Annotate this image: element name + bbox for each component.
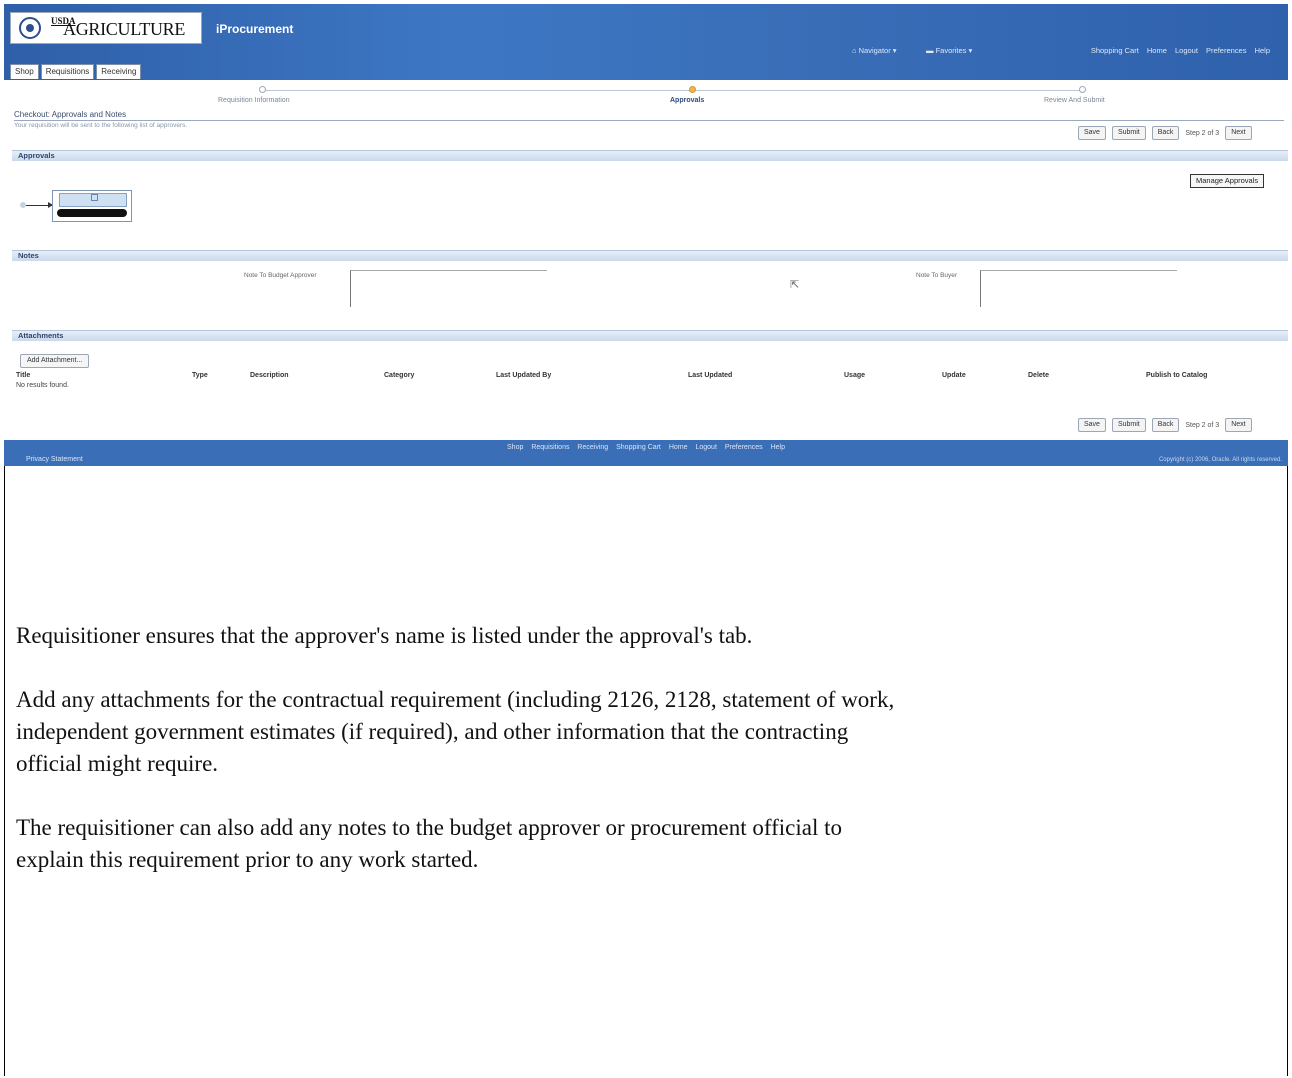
column-header-update[interactable]: Update	[942, 372, 966, 379]
next-button[interactable]: Next	[1225, 126, 1252, 140]
iprocurement-screenshot: USDA AGRICULTURE iProcurement ⌂ Navigato…	[4, 4, 1288, 466]
note-to-buyer-input[interactable]	[980, 270, 1177, 307]
note-to-budget-approver-label: Note To Budget Approver	[244, 272, 317, 279]
manage-approvals-button[interactable]: Manage Approvals	[1190, 174, 1265, 188]
attachments-section-title: Attachments	[18, 331, 64, 340]
bottom-button-row: Save Submit Back Step 2 of 3 Next	[1072, 418, 1252, 432]
note-to-buyer-label: Note To Buyer	[916, 272, 958, 279]
footer-link-preferences[interactable]: Preferences	[725, 444, 763, 451]
usda-seal-icon	[19, 17, 41, 39]
global-link-logout[interactable]: Logout	[1175, 46, 1198, 55]
title-divider	[14, 120, 1284, 121]
tab-bar: Shop Requisitions Receiving	[10, 64, 143, 80]
back-button-bottom[interactable]: Back	[1151, 418, 1180, 432]
tab-requisitions[interactable]: Requisitions	[40, 64, 95, 79]
instructions-text: Requisitioner ensures that the approver'…	[16, 620, 896, 908]
usda-logo: USDA AGRICULTURE	[10, 12, 202, 44]
approvals-section-title: Approvals	[18, 151, 55, 160]
note-to-budget-approver-input[interactable]	[350, 270, 547, 307]
train-step-1-label: Requisition Information	[218, 97, 290, 104]
column-header-category[interactable]: Category	[384, 372, 414, 379]
footer-link-shop[interactable]: Shop	[507, 444, 523, 451]
folder-icon: ▬	[926, 46, 934, 55]
column-header-type[interactable]: Type	[192, 372, 208, 379]
mouse-cursor-icon: ⇱	[790, 279, 800, 291]
approver-node[interactable]	[52, 190, 132, 222]
column-header-delete[interactable]: Delete	[1028, 372, 1049, 379]
tab-shop[interactable]: Shop	[10, 64, 39, 79]
approver-name-redacted	[57, 209, 127, 217]
top-button-row: Save Submit Back Step 2 of 3 Next	[1072, 126, 1252, 140]
column-header-publish-to-catalog[interactable]: Publish to Catalog	[1146, 372, 1207, 379]
column-header-last-updated[interactable]: Last Updated	[688, 372, 732, 379]
instruction-approver: Requisitioner ensures that the approver'…	[16, 623, 753, 648]
attachments-empty-text: No results found.	[16, 382, 69, 389]
footer-link-shopping-cart[interactable]: Shopping Cart	[616, 444, 661, 451]
next-button-bottom[interactable]: Next	[1225, 418, 1252, 432]
submit-button-bottom[interactable]: Submit	[1111, 418, 1146, 432]
attachments-section-header: Attachments	[12, 330, 1288, 341]
page-title: Checkout: Approvals and Notes	[14, 110, 127, 119]
train-step-1-dot	[259, 86, 266, 93]
submit-button[interactable]: Submit	[1111, 126, 1146, 140]
app-footer: Shop Requisitions Receiving Shopping Car…	[4, 440, 1288, 466]
global-links: Shopping Cart Home Logout Preferences He…	[1085, 46, 1270, 55]
column-header-usage[interactable]: Usage	[844, 372, 865, 379]
global-link-preferences[interactable]: Preferences	[1206, 46, 1246, 55]
global-link-help[interactable]: Help	[1255, 46, 1270, 55]
notes-section-header: Notes	[12, 250, 1288, 261]
app-name: iProcurement	[216, 22, 294, 36]
global-link-home[interactable]: Home	[1147, 46, 1167, 55]
back-button[interactable]: Back	[1151, 126, 1180, 140]
global-link-shopping-cart[interactable]: Shopping Cart	[1091, 46, 1139, 55]
footer-link-receiving[interactable]: Receiving	[577, 444, 608, 451]
page-subtitle: Your requisition will be sent to the fol…	[14, 122, 188, 129]
logo-agriculture-text: AGRICULTURE	[63, 19, 186, 39]
approval-arrow-icon	[26, 202, 53, 208]
favorites-label: Favorites ▾	[935, 46, 973, 55]
train-step-3-dot	[1079, 86, 1086, 93]
navigator-menu[interactable]: ⌂ Navigator ▾	[852, 46, 897, 55]
approver-node-marker	[91, 194, 98, 201]
train-step-2-label: Approvals	[670, 97, 705, 104]
instruction-attachments: Add any attachments for the contractual …	[16, 687, 895, 776]
save-button[interactable]: Save	[1078, 126, 1106, 140]
column-header-title[interactable]: Title	[16, 372, 30, 379]
train-step-3-label: Review And Submit	[1044, 97, 1105, 104]
train-connector	[262, 90, 1082, 91]
copyright-text: Copyright (c) 2006, Oracle. All rights r…	[1158, 457, 1282, 463]
footer-link-requisitions[interactable]: Requisitions	[531, 444, 569, 451]
footer-link-help[interactable]: Help	[771, 444, 785, 451]
navigator-label: Navigator ▾	[858, 46, 897, 55]
privacy-statement-link[interactable]: Privacy Statement	[26, 456, 83, 463]
favorites-menu[interactable]: ▬ Favorites ▾	[926, 46, 972, 55]
approvals-section-header: Approvals	[12, 150, 1288, 161]
tab-receiving[interactable]: Receiving	[96, 64, 142, 79]
notes-section-title: Notes	[18, 251, 39, 260]
footer-link-logout[interactable]: Logout	[695, 444, 716, 451]
home-icon: ⌂	[852, 46, 857, 55]
step-indicator-bottom: Step 2 of 3	[1185, 421, 1220, 429]
footer-links: Shop Requisitions Receiving Shopping Car…	[4, 444, 1288, 451]
column-header-last-updated-by[interactable]: Last Updated By	[496, 372, 551, 379]
instruction-notes: The requisitioner can also add any notes…	[16, 815, 843, 872]
train-step-2-dot	[689, 86, 696, 93]
footer-link-home[interactable]: Home	[669, 444, 688, 451]
column-header-description[interactable]: Description	[250, 372, 289, 379]
step-indicator: Step 2 of 3	[1185, 129, 1220, 137]
add-attachment-button[interactable]: Add Attachment...	[20, 354, 90, 368]
save-button-bottom[interactable]: Save	[1078, 418, 1106, 432]
app-header: USDA AGRICULTURE iProcurement ⌂ Navigato…	[4, 4, 1288, 80]
